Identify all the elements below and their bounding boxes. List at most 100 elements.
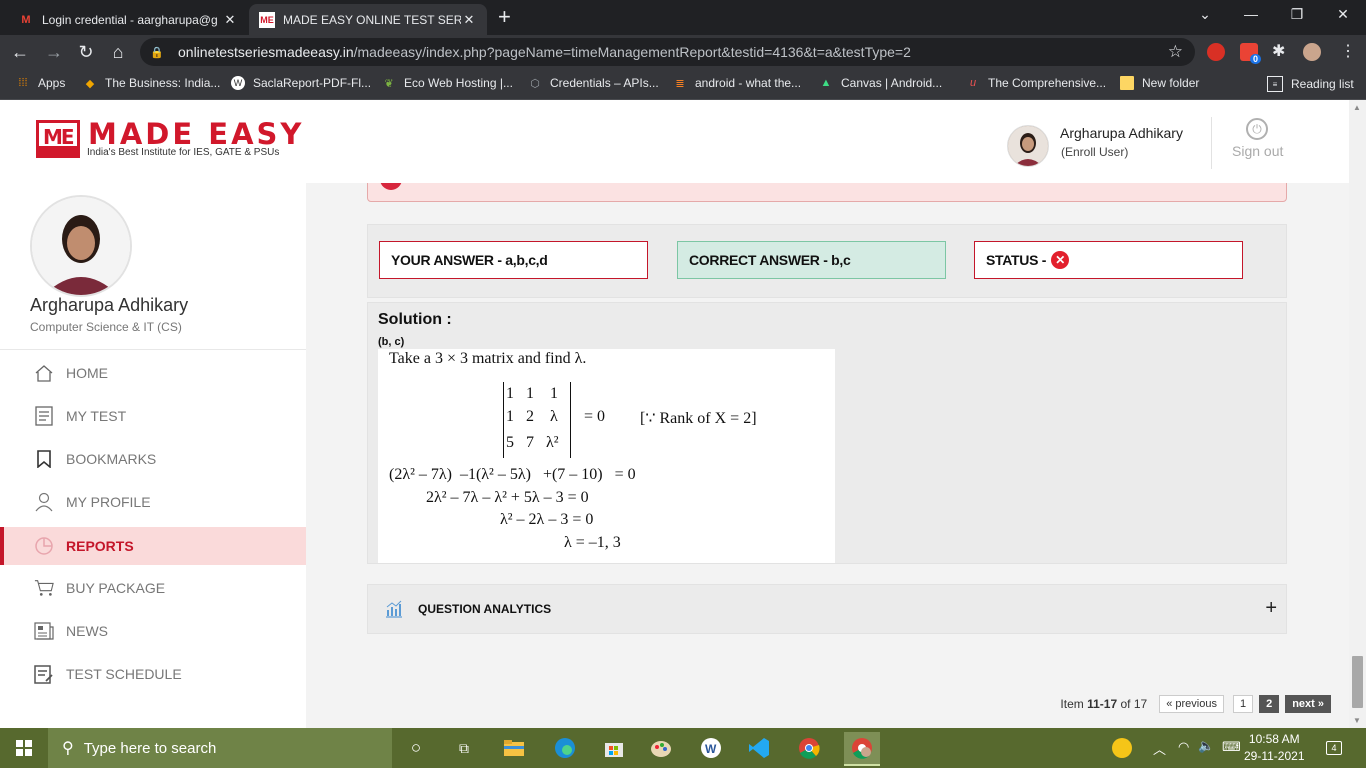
sidebar-item-bookmarks[interactable]: BOOKMARKS — [0, 440, 306, 478]
solution-intro: Take a 3 × 3 matrix and find λ. — [389, 350, 587, 367]
word-icon[interactable]: W — [699, 736, 723, 760]
scroll-down-icon[interactable]: ▼ — [1353, 716, 1361, 725]
clock-date: 29-11-2021 — [1244, 749, 1305, 763]
adblock-extension-icon[interactable] — [1207, 43, 1225, 61]
language-icon[interactable]: ⌨ — [1222, 739, 1241, 755]
matrix-row-1: 1 1 1 — [506, 385, 558, 402]
cortana-icon[interactable]: ○ — [404, 736, 428, 760]
pagination-info: Item 11-17 of 17 — [1060, 697, 1148, 711]
signout-button[interactable]: Sign out — [1232, 143, 1283, 159]
next-page-button[interactable]: next » — [1285, 695, 1331, 713]
report-content: YOUR ANSWER - a,b,c,d CORRECT ANSWER - b… — [306, 183, 1349, 728]
sidebar-item-reports[interactable]: REPORTS — [0, 527, 306, 565]
gmail-icon: M — [21, 13, 31, 26]
header-user-role: (Enroll User) — [1061, 145, 1129, 159]
folder-icon — [1120, 76, 1134, 90]
schedule-icon — [34, 664, 54, 684]
determinant-equals-zero: = 0 — [584, 408, 606, 425]
bookmark-item[interactable]: ❦ Eco Web Hosting |... — [382, 76, 513, 90]
file-explorer-icon[interactable] — [502, 736, 526, 760]
page-1-button[interactable]: 1 — [1232, 695, 1254, 713]
logo-mark: ME — [36, 120, 80, 158]
reading-list[interactable]: ≡ Reading list — [1267, 76, 1354, 92]
taskbar-search[interactable]: ⚲ Type here to search — [48, 728, 392, 768]
question-analytics-panel[interactable]: QUESTION ANALYTICS + — [367, 584, 1287, 634]
volume-icon[interactable]: 🔈 — [1198, 738, 1214, 754]
home-icon[interactable]: ⌂ — [106, 41, 130, 63]
address-bar[interactable]: 🔒 onlinetestseriesmadeeasy.in/madeeasy/i… — [140, 38, 1195, 66]
sidebar-item-my-profile[interactable]: MY PROFILE — [0, 483, 306, 521]
menu-dots-icon[interactable]: ⋮ — [1340, 41, 1356, 61]
close-tab-icon[interactable]: ✕ — [461, 12, 477, 28]
bookmark-label: New folder — [1142, 76, 1200, 90]
windows-start-icon[interactable] — [16, 740, 32, 756]
chrome-icon[interactable] — [797, 736, 821, 760]
bookmark-item[interactable]: ◆ The Business: India... — [83, 76, 221, 90]
tab-gmail[interactable]: M Login credential - aargharupa@g ✕ — [8, 4, 248, 35]
expand-icon[interactable]: + — [1265, 597, 1277, 620]
sidebar-item-label: NEWS — [66, 623, 108, 639]
tab-madeeasy[interactable]: ME MADE EASY ONLINE TEST SERIES ✕ — [249, 4, 487, 35]
sidebar-item-news[interactable]: NEWS — [0, 612, 306, 650]
sidebar-user-name: Argharupa Adhikary — [30, 295, 189, 315]
restore-icon[interactable]: ❐ — [1282, 6, 1312, 23]
solution-panel: Solution : (b, c) Take a 3 × 3 matrix an… — [367, 302, 1287, 564]
vscode-icon[interactable] — [747, 736, 771, 760]
task-view-icon[interactable]: ⧉ — [452, 736, 476, 760]
android-icon: ▲ — [820, 77, 832, 89]
page-scrollbar[interactable]: ▲ ▼ — [1349, 100, 1366, 728]
minimize-icon[interactable]: — — [1236, 6, 1266, 22]
edge-icon[interactable] — [553, 736, 577, 760]
show-hidden-icons[interactable]: ︿ — [1153, 739, 1166, 758]
rank-reason: [∵ Rank of X = 2] — [640, 410, 757, 427]
bookmark-folder[interactable]: New folder — [1120, 76, 1199, 90]
back-icon[interactable]: ← — [8, 41, 32, 63]
sidebar-item-label: BUY PACKAGE — [66, 580, 166, 596]
sidebar-item-home[interactable]: HOME — [0, 354, 306, 392]
reports-icon — [34, 536, 54, 556]
previous-page-button[interactable]: « previous — [1159, 695, 1224, 713]
sidebar-item-my-test[interactable]: MY TEST — [0, 397, 306, 435]
wifi-icon[interactable]: ◠ — [1178, 739, 1189, 755]
status-label: STATUS - — [986, 252, 1047, 268]
store-icon[interactable] — [602, 736, 626, 760]
determinant-left-bar — [503, 382, 504, 458]
bookmark-item[interactable]: ⬡ Credentials – APIs... — [528, 76, 659, 90]
paint-icon[interactable] — [649, 736, 673, 760]
sidebar-item-label: BOOKMARKS — [66, 451, 157, 467]
clock-time: 10:58 AM — [1248, 732, 1300, 746]
signout-icon[interactable]: ⏻ — [1246, 118, 1268, 140]
chrome-profile-icon[interactable] — [844, 732, 880, 766]
bookmark-item[interactable]: W SaclaReport-PDF-Fl... — [231, 76, 371, 90]
bookmark-star-icon[interactable]: ☆ — [1168, 42, 1183, 62]
page-2-button[interactable]: 2 — [1259, 695, 1280, 713]
bookmark-item[interactable]: ▲ Canvas | Android... — [819, 76, 943, 90]
new-tab-button[interactable]: + — [498, 6, 511, 28]
solution-title: Solution : — [378, 311, 452, 328]
forward-icon[interactable]: → — [42, 41, 66, 63]
close-tab-icon[interactable]: ✕ — [222, 12, 238, 28]
close-window-icon[interactable]: ✕ — [1328, 6, 1358, 23]
puzzle-icon[interactable]: ✱ — [1272, 41, 1285, 61]
sidebar-item-test-schedule[interactable]: TEST SCHEDULE — [0, 655, 306, 693]
browser-tabstrip: M Login credential - aargharupa@g ✕ ME M… — [0, 0, 1366, 35]
header-avatar[interactable] — [1007, 125, 1049, 167]
scroll-up-icon[interactable]: ▲ — [1353, 103, 1361, 112]
bookmark-apps[interactable]: ⁞⁞⁞ Apps — [16, 76, 65, 90]
sidebar-item-buy-package[interactable]: BUY PACKAGE — [0, 569, 306, 607]
profile-avatar-icon[interactable] — [1303, 43, 1321, 61]
weather-icon[interactable] — [1112, 738, 1132, 758]
bookmark-item[interactable]: ≣ android - what the... — [673, 76, 801, 90]
bookmarks-bar: ⁞⁞⁞ Apps ◆ The Business: India... W SaclaRe… — [0, 69, 1366, 100]
tab-search-icon[interactable]: ⌄ — [1190, 6, 1220, 23]
scrollbar-thumb[interactable] — [1352, 656, 1363, 708]
reload-icon[interactable]: ↻ — [74, 41, 98, 63]
extension-badge: 0 — [1250, 54, 1262, 64]
bookmark-item[interactable]: u The Comprehensive... — [966, 76, 1106, 90]
sidebar-divider — [0, 349, 306, 350]
notification-center-icon[interactable]: 4 — [1323, 738, 1345, 758]
bookmark-label: The Business: India... — [105, 76, 221, 90]
your-answer-box: YOUR ANSWER - a,b,c,d — [379, 241, 648, 279]
taskbar-clock[interactable]: 10:58 AM 29-11-2021 — [1244, 731, 1305, 765]
lock-icon: 🔒 — [150, 46, 164, 59]
